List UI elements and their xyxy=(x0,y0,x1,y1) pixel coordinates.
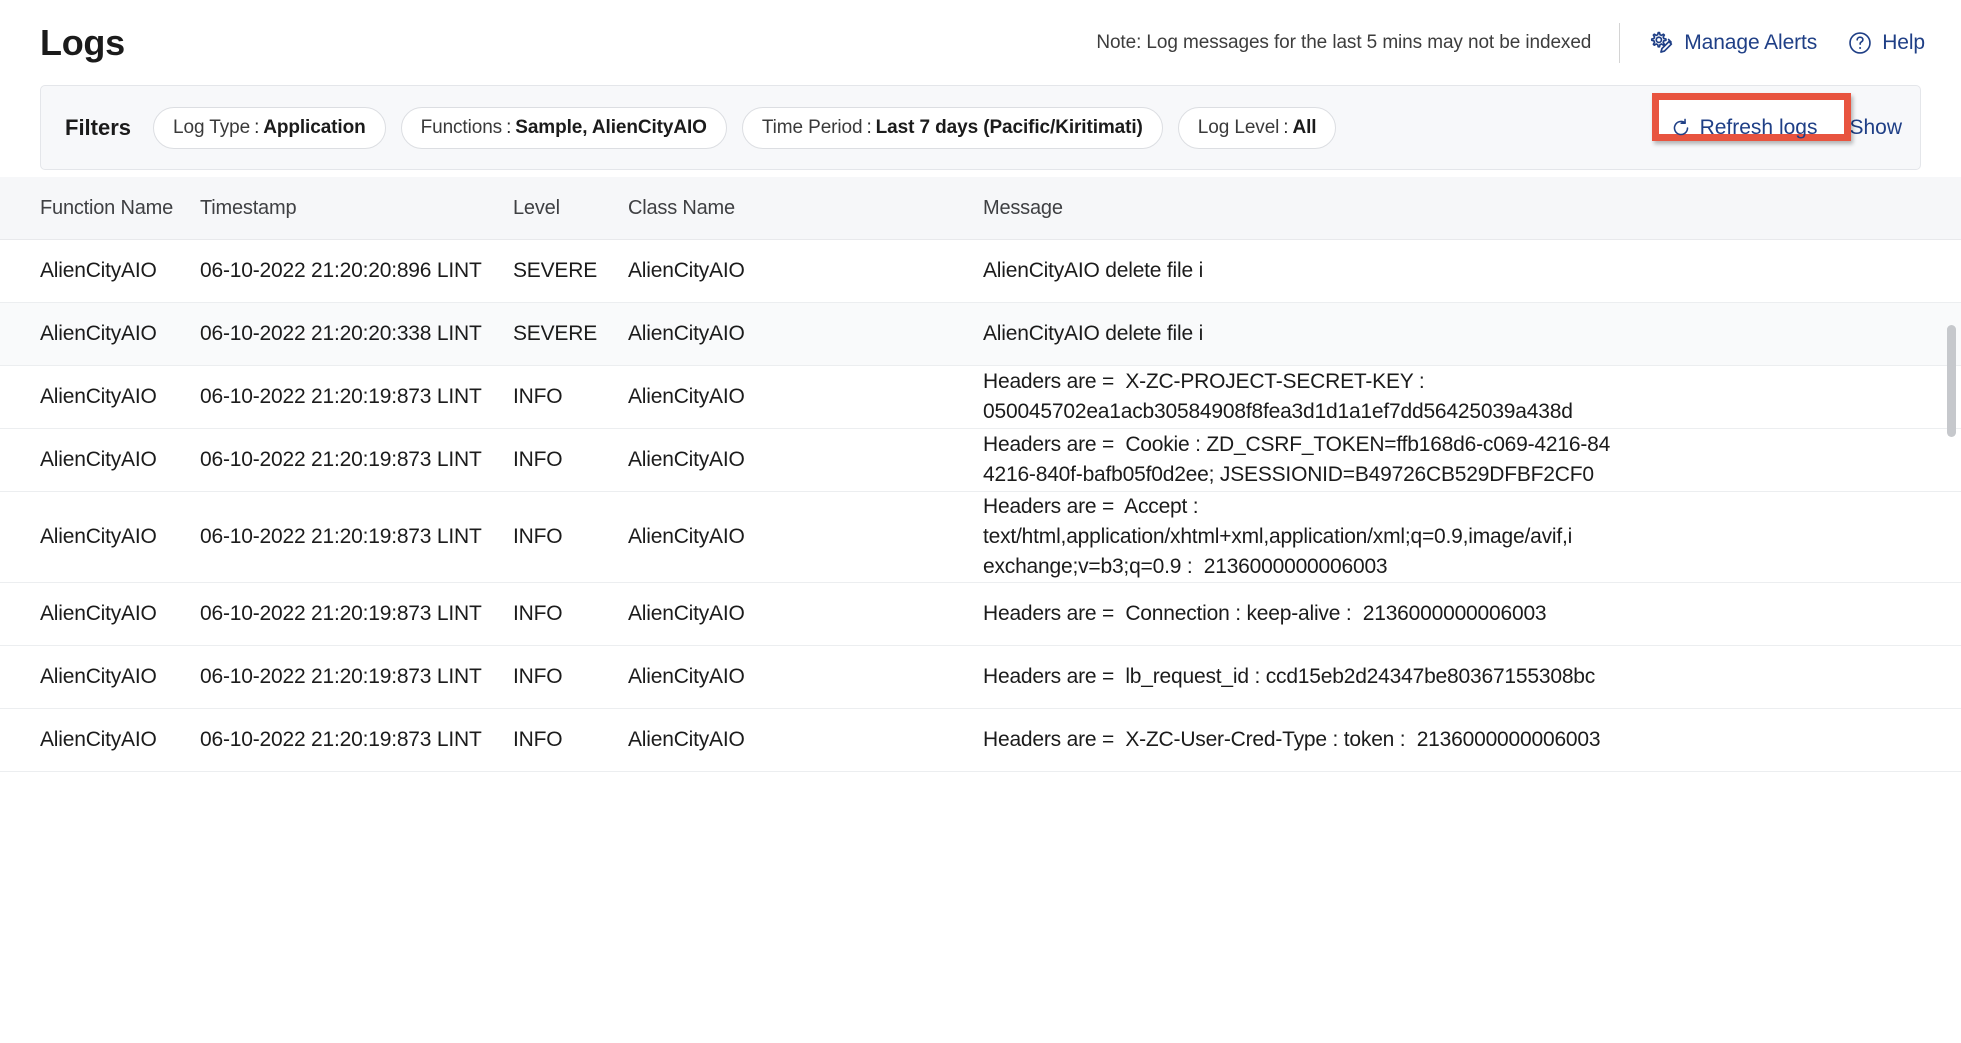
cell-timestamp: 06-10-2022 21:20:20:896 LINT xyxy=(200,259,513,283)
filter-pill-log-type[interactable]: Log Type : Application xyxy=(153,107,386,149)
cell-function-name: AlienCityAIO xyxy=(0,602,200,626)
filter-key: Functions xyxy=(421,117,502,139)
cell-class-name: AlienCityAIO xyxy=(628,385,983,409)
gear-pencil-icon xyxy=(1648,29,1675,56)
cell-message: Headers are = Accept : text/html,applica… xyxy=(983,492,1961,582)
cell-timestamp: 06-10-2022 21:20:20:338 LINT xyxy=(200,322,513,346)
table-header-row: Function Name Timestamp Level Class Name… xyxy=(0,177,1961,240)
column-header-message[interactable]: Message xyxy=(983,197,1961,220)
cell-level: SEVERE xyxy=(513,322,628,346)
cell-timestamp: 06-10-2022 21:20:19:873 LINT xyxy=(200,728,513,752)
filter-pill-log-level[interactable]: Log Level : All xyxy=(1178,107,1337,149)
cell-class-name: AlienCityAIO xyxy=(628,259,983,283)
filter-separator: : xyxy=(506,117,511,139)
cell-function-name: AlienCityAIO xyxy=(0,385,200,409)
scrollbar-thumb[interactable] xyxy=(1947,325,1956,437)
indexing-note: Note: Log messages for the last 5 mins m… xyxy=(1096,32,1591,54)
show-button[interactable]: Show xyxy=(1849,116,1902,140)
cell-class-name: AlienCityAIO xyxy=(628,525,983,549)
vertical-scrollbar[interactable] xyxy=(1945,240,1959,1043)
cell-timestamp: 06-10-2022 21:20:19:873 LINT xyxy=(200,665,513,689)
table-row[interactable]: AlienCityAIO 06-10-2022 21:20:19:873 LIN… xyxy=(0,366,1961,429)
column-header-timestamp[interactable]: Timestamp xyxy=(200,197,513,220)
cell-level: INFO xyxy=(513,602,628,626)
table-row[interactable]: AlienCityAIO 06-10-2022 21:20:19:873 LIN… xyxy=(0,646,1961,709)
table-row[interactable]: AlienCityAIO 06-10-2022 21:20:20:338 LIN… xyxy=(0,303,1961,366)
filter-value: Last 7 days (Pacific/Kiritimati) xyxy=(876,117,1143,139)
page-header: Logs Note: Log messages for the last 5 m… xyxy=(0,0,1961,85)
cell-function-name: AlienCityAIO xyxy=(0,728,200,752)
cell-message: Headers are = Connection : keep-alive : … xyxy=(983,599,1961,629)
column-header-class-name[interactable]: Class Name xyxy=(628,197,983,220)
cell-message: Headers are = lb_request_id : ccd15eb2d2… xyxy=(983,662,1961,692)
cell-function-name: AlienCityAIO xyxy=(0,259,200,283)
filter-key: Time Period xyxy=(762,117,863,139)
filters-actions: Refresh logs Show xyxy=(1666,116,1920,140)
cell-level: INFO xyxy=(513,728,628,752)
cell-message: Headers are = Cookie : ZD_CSRF_TOKEN=ffb… xyxy=(983,430,1961,490)
help-button[interactable]: Help xyxy=(1847,30,1925,56)
filter-value: All xyxy=(1292,117,1316,139)
cell-timestamp: 06-10-2022 21:20:19:873 LINT xyxy=(200,385,513,409)
cell-level: INFO xyxy=(513,385,628,409)
filter-pill-time-period[interactable]: Time Period : Last 7 days (Pacific/Kirit… xyxy=(742,107,1163,149)
manage-alerts-label: Manage Alerts xyxy=(1684,31,1817,55)
refresh-logs-label: Refresh logs xyxy=(1700,116,1818,140)
cell-timestamp: 06-10-2022 21:20:19:873 LINT xyxy=(200,448,513,472)
cell-level: INFO xyxy=(513,665,628,689)
column-header-function-name[interactable]: Function Name xyxy=(0,197,200,220)
filter-separator: : xyxy=(1283,117,1288,139)
filter-separator: : xyxy=(866,117,871,139)
cell-class-name: AlienCityAIO xyxy=(628,322,983,346)
cell-message: AlienCityAIO delete file i xyxy=(983,256,1961,286)
cell-class-name: AlienCityAIO xyxy=(628,448,983,472)
cell-class-name: AlienCityAIO xyxy=(628,665,983,689)
refresh-icon xyxy=(1670,117,1692,139)
cell-timestamp: 06-10-2022 21:20:19:873 LINT xyxy=(200,525,513,549)
page-title: Logs xyxy=(40,25,125,61)
cell-timestamp: 06-10-2022 21:20:19:873 LINT xyxy=(200,602,513,626)
filters-label: Filters xyxy=(65,115,131,141)
help-label: Help xyxy=(1882,31,1925,55)
help-circle-icon xyxy=(1847,30,1873,56)
cell-message: Headers are = X-ZC-User-Cred-Type : toke… xyxy=(983,725,1961,755)
header-actions: Note: Log messages for the last 5 mins m… xyxy=(1096,21,1925,65)
cell-function-name: AlienCityAIO xyxy=(0,665,200,689)
filter-separator: : xyxy=(254,117,259,139)
cell-level: INFO xyxy=(513,525,628,549)
cell-level: INFO xyxy=(513,448,628,472)
table-row[interactable]: AlienCityAIO 06-10-2022 21:20:20:896 LIN… xyxy=(0,240,1961,303)
refresh-logs-wrapper: Refresh logs xyxy=(1666,116,1822,140)
cell-message: Headers are = X-ZC-PROJECT-SECRET-KEY : … xyxy=(983,367,1961,427)
refresh-logs-button[interactable]: Refresh logs xyxy=(1666,116,1822,140)
cell-level: SEVERE xyxy=(513,259,628,283)
manage-alerts-button[interactable]: Manage Alerts xyxy=(1648,29,1817,56)
header-divider xyxy=(1619,23,1620,63)
filters-bar: Filters Log Type : Application Functions… xyxy=(40,85,1921,170)
filter-value: Sample, AlienCityAIO xyxy=(515,117,707,139)
cell-class-name: AlienCityAIO xyxy=(628,728,983,752)
table-row[interactable]: AlienCityAIO 06-10-2022 21:20:19:873 LIN… xyxy=(0,429,1961,492)
table-row[interactable]: AlienCityAIO 06-10-2022 21:20:19:873 LIN… xyxy=(0,709,1961,772)
cell-function-name: AlienCityAIO xyxy=(0,525,200,549)
filter-value: Application xyxy=(263,117,365,139)
logs-table: Function Name Timestamp Level Class Name… xyxy=(0,177,1961,1043)
cell-function-name: AlienCityAIO xyxy=(0,322,200,346)
filter-key: Log Type xyxy=(173,117,250,139)
filter-pill-functions[interactable]: Functions : Sample, AlienCityAIO xyxy=(401,107,727,149)
cell-class-name: AlienCityAIO xyxy=(628,602,983,626)
cell-function-name: AlienCityAIO xyxy=(0,448,200,472)
filter-key: Log Level xyxy=(1198,117,1280,139)
cell-message: AlienCityAIO delete file i xyxy=(983,319,1961,349)
column-header-level[interactable]: Level xyxy=(513,197,628,220)
table-row[interactable]: AlienCityAIO 06-10-2022 21:20:19:873 LIN… xyxy=(0,583,1961,646)
table-row[interactable]: AlienCityAIO 06-10-2022 21:20:19:873 LIN… xyxy=(0,492,1961,583)
logs-page: Logs Note: Log messages for the last 5 m… xyxy=(0,0,1961,1043)
